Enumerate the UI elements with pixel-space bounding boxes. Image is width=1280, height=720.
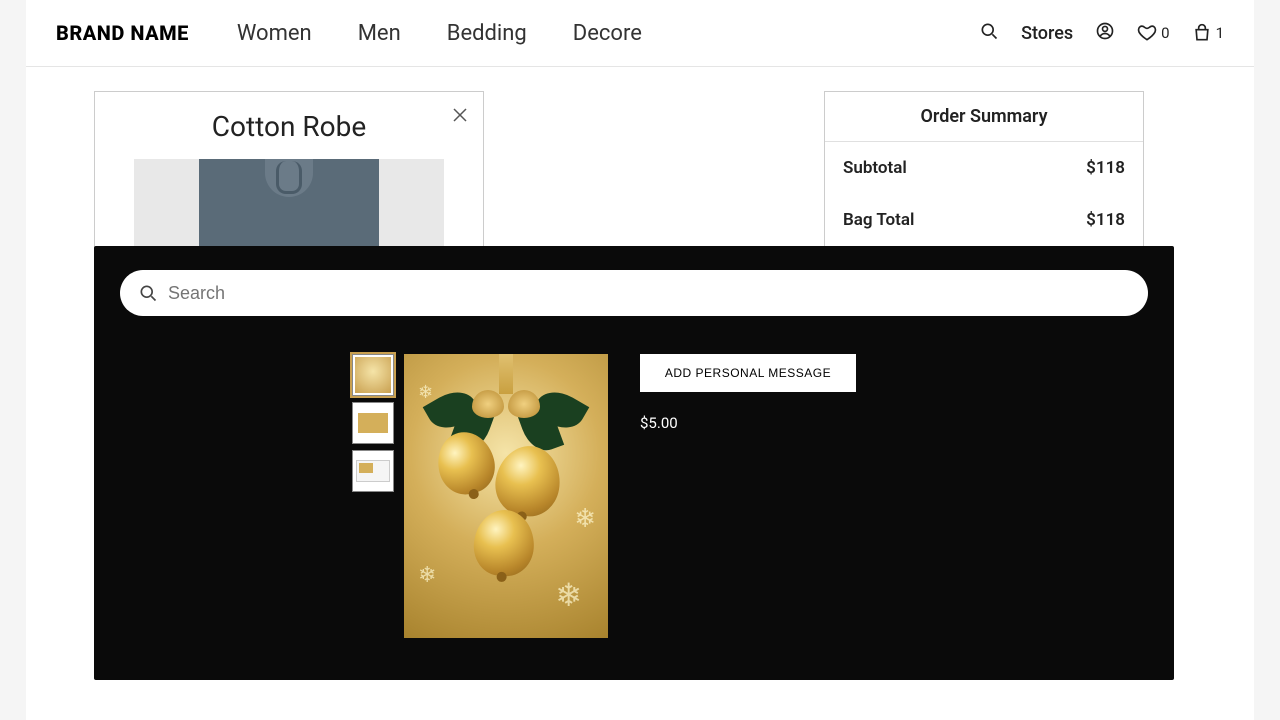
header: BRAND NAME Women Men Bedding Decore Stor… [26,0,1254,67]
modal-body: ❄❄❄❄ ADD PERSONAL MESSAGE $5.00 [120,354,1148,638]
giftcard-price: $5.00 [640,414,678,432]
thumbnail-1[interactable] [352,354,394,396]
wishlist-button[interactable]: 0 [1137,23,1169,43]
search-bar[interactable] [120,270,1148,316]
nav-decore[interactable]: Decore [573,21,642,46]
summary-title: Order Summary [825,92,1143,142]
summary-label: Subtotal [843,158,907,178]
header-actions: Stores 0 1 [979,21,1224,45]
nav-bedding[interactable]: Bedding [447,21,527,46]
account-icon[interactable] [1095,21,1115,45]
summary-row-total: Bag Total $118 [837,194,1131,246]
thumbnail-list [352,354,394,638]
summary-value: $118 [1086,210,1125,230]
product-title: Cotton Robe [109,110,469,143]
bag-button[interactable]: 1 [1192,23,1224,43]
search-icon [138,283,158,303]
main-nav: Women Men Bedding Decore [237,21,642,46]
thumbnail-3[interactable] [352,450,394,492]
order-summary: Order Summary Subtotal $118 Bag Total $1… [824,91,1144,247]
giftcard-main-image: ❄❄❄❄ [404,354,608,638]
wishlist-count: 0 [1161,24,1169,42]
stores-link[interactable]: Stores [1021,23,1073,44]
bag-count: 1 [1216,24,1224,42]
modal-right: ADD PERSONAL MESSAGE $5.00 [640,354,856,638]
nav-women[interactable]: Women [237,21,312,46]
add-personal-message-button[interactable]: ADD PERSONAL MESSAGE [640,354,856,392]
summary-row-subtotal: Subtotal $118 [825,142,1143,194]
brand-logo[interactable]: BRAND NAME [56,21,189,45]
search-icon[interactable] [979,21,999,45]
search-input[interactable] [168,283,1130,304]
gift-card-modal: ❄❄❄❄ ADD PERSONAL MESSAGE $5.00 [94,246,1174,680]
close-icon[interactable] [451,106,469,128]
nav-men[interactable]: Men [358,21,401,46]
summary-value: $118 [1086,158,1125,178]
thumbnail-2[interactable] [352,402,394,444]
summary-label: Bag Total [843,210,914,230]
